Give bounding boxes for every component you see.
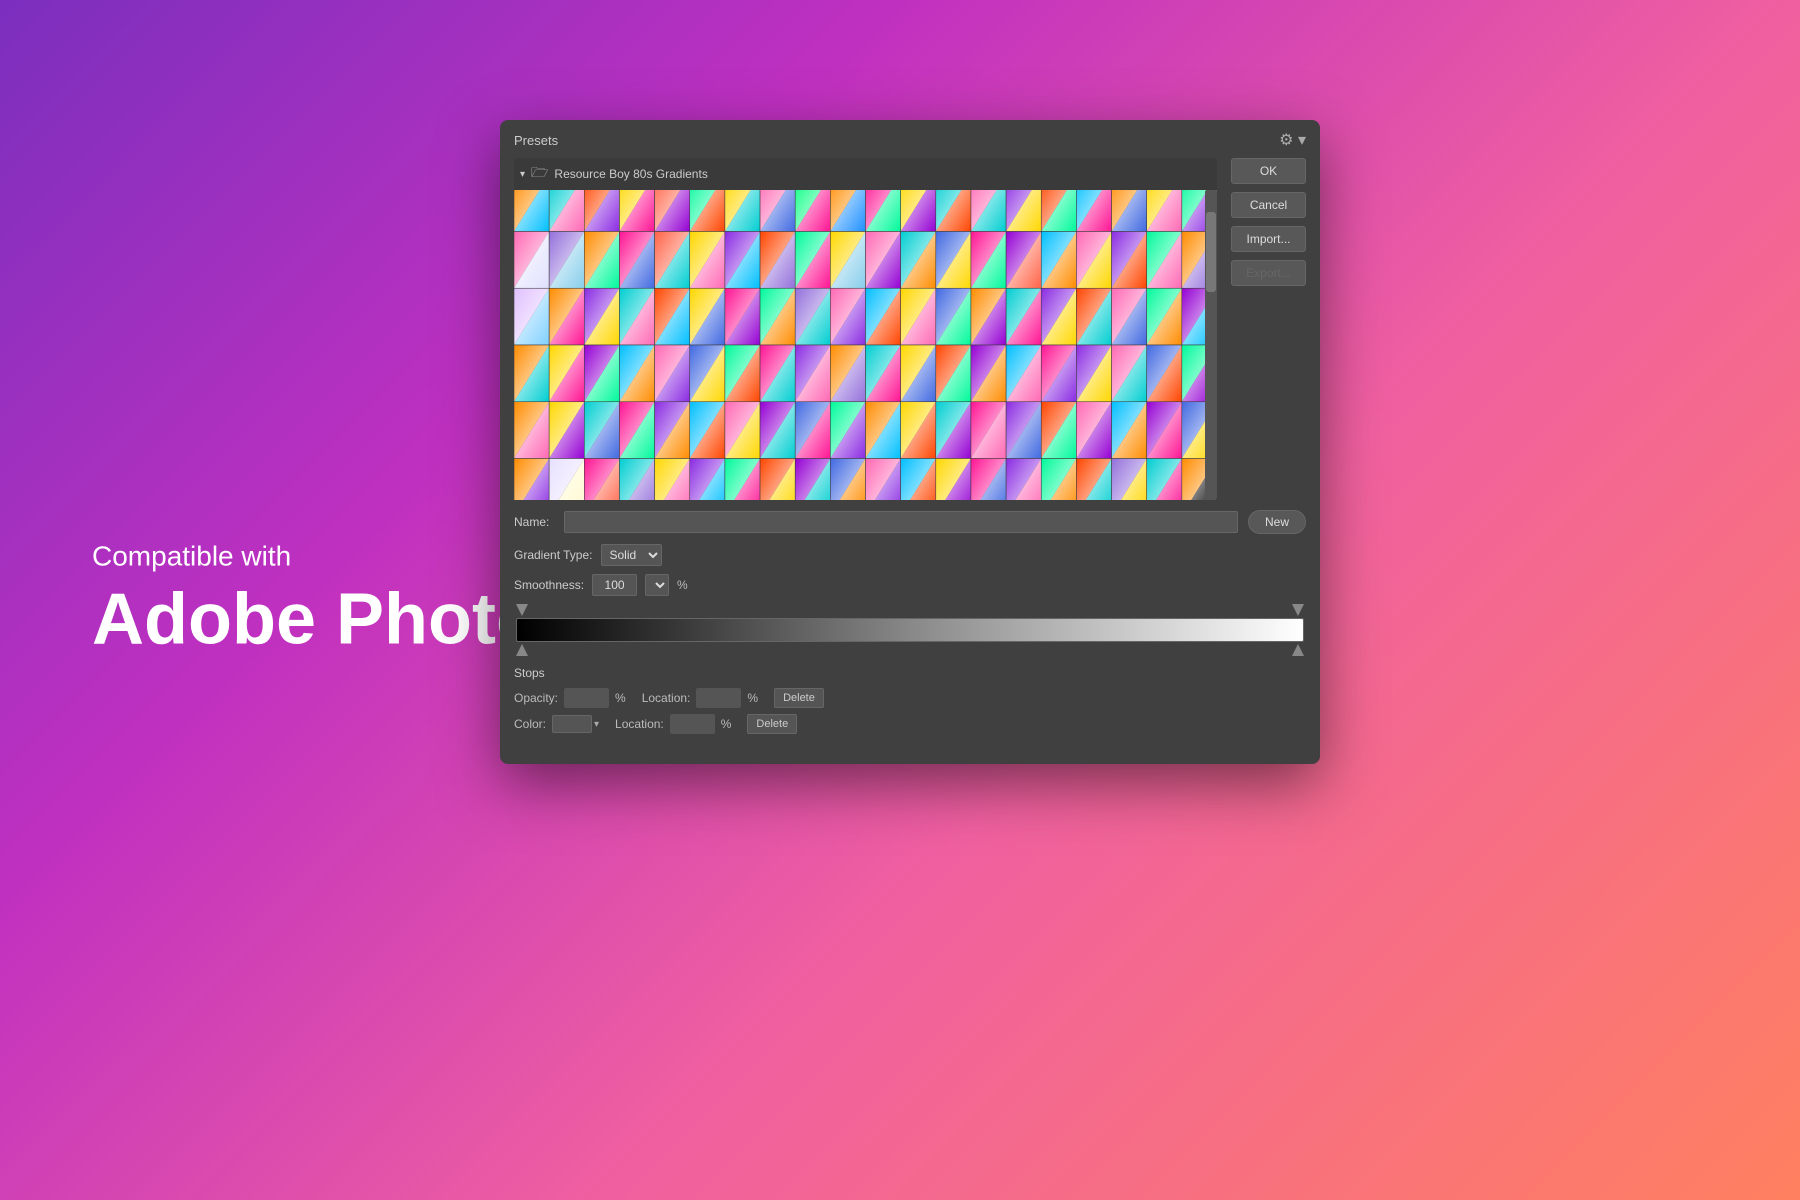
opacity-label: Opacity: xyxy=(514,691,558,705)
gradient-type-select[interactable]: Solid Noise xyxy=(601,544,662,566)
chevron-down-icon: ▾ xyxy=(520,169,525,180)
top-stop-handle-left[interactable] xyxy=(516,604,528,616)
bottom-section: Name: New Gradient Type: Solid Noise Smo… xyxy=(500,500,1320,740)
bottom-stop-handle-left[interactable] xyxy=(516,644,528,656)
smoothness-label: Smoothness: xyxy=(514,578,584,592)
color-delete-button[interactable]: Delete xyxy=(747,714,797,734)
bottom-stop-handles xyxy=(514,644,1306,656)
gradient-grid-svg xyxy=(514,190,1217,500)
smoothness-row: Smoothness: % xyxy=(514,574,1306,596)
color-field-group: Color: ▾ xyxy=(514,715,599,733)
grid-scrollbar[interactable] xyxy=(1205,190,1217,500)
gradient-grid-wrapper xyxy=(514,190,1217,500)
opacity-stop-row: Opacity: % Location: % Delete xyxy=(514,688,1306,708)
opacity-location-percent: % xyxy=(747,691,758,705)
presets-title: Presets xyxy=(514,133,558,148)
gradient-type-label: Gradient Type: xyxy=(514,548,593,562)
gear-button[interactable]: ⚙ ▾ xyxy=(1279,130,1306,150)
name-input[interactable] xyxy=(564,511,1238,533)
percent-sign: % xyxy=(677,578,688,592)
opacity-location-input[interactable] xyxy=(696,688,741,708)
scrollbar-thumb xyxy=(1206,212,1216,292)
import-button[interactable]: Import... xyxy=(1231,226,1306,252)
new-button[interactable]: New xyxy=(1248,510,1306,534)
gradient-type-row: Gradient Type: Solid Noise xyxy=(514,544,1306,566)
main-area: ▾ 🗁 Resource Boy 80s Gradients OK xyxy=(500,158,1320,500)
color-swatch-dropdown[interactable]: ▾ xyxy=(552,715,599,733)
preset-panel: ▾ 🗁 Resource Boy 80s Gradients xyxy=(514,158,1217,500)
color-location-percent: % xyxy=(721,717,732,731)
stops-title: Stops xyxy=(514,666,1306,680)
color-stop-row: Color: ▾ Location: % Delete xyxy=(514,714,1306,734)
cancel-button[interactable]: Cancel xyxy=(1231,192,1306,218)
name-row: Name: New xyxy=(514,510,1306,534)
opacity-field-group: Opacity: % xyxy=(514,688,626,708)
right-buttons: OK Cancel Import... Export... xyxy=(1217,158,1320,500)
smoothness-dropdown[interactable] xyxy=(645,574,669,596)
color-swatch xyxy=(552,715,592,733)
smoothness-input[interactable] xyxy=(592,574,637,596)
folder-row[interactable]: ▾ 🗁 Resource Boy 80s Gradients xyxy=(514,158,1217,190)
color-location-label: Location: xyxy=(615,717,664,731)
export-button[interactable]: Export... xyxy=(1231,260,1306,286)
color-location-group: Location: % xyxy=(615,714,731,734)
top-stop-handles xyxy=(514,604,1306,616)
gradient-bar-section xyxy=(514,604,1306,656)
stops-section: Stops Opacity: % Location: % Delete xyxy=(514,666,1306,734)
bottom-stop-handle-right[interactable] xyxy=(1292,644,1304,656)
color-arrow-icon: ▾ xyxy=(594,719,599,730)
opacity-delete-button[interactable]: Delete xyxy=(774,688,824,708)
top-stop-handle-right[interactable] xyxy=(1292,604,1304,616)
opacity-input[interactable] xyxy=(564,688,609,708)
dialog-header: Presets ⚙ ▾ xyxy=(500,120,1320,158)
opacity-location-label: Location: xyxy=(642,691,691,705)
folder-name: Resource Boy 80s Gradients xyxy=(554,167,707,181)
opacity-location-group: Location: % xyxy=(642,688,758,708)
gradient-dialog: Presets ⚙ ▾ ▾ 🗁 Resource Boy 80s Gradien… xyxy=(500,120,1320,764)
ok-button[interactable]: OK xyxy=(1231,158,1306,184)
color-label: Color: xyxy=(514,717,546,731)
gradient-bar[interactable] xyxy=(516,618,1304,642)
name-label: Name: xyxy=(514,515,554,529)
folder-icon: 🗁 xyxy=(531,162,548,186)
opacity-percent: % xyxy=(615,691,626,705)
color-location-input[interactable] xyxy=(670,714,715,734)
